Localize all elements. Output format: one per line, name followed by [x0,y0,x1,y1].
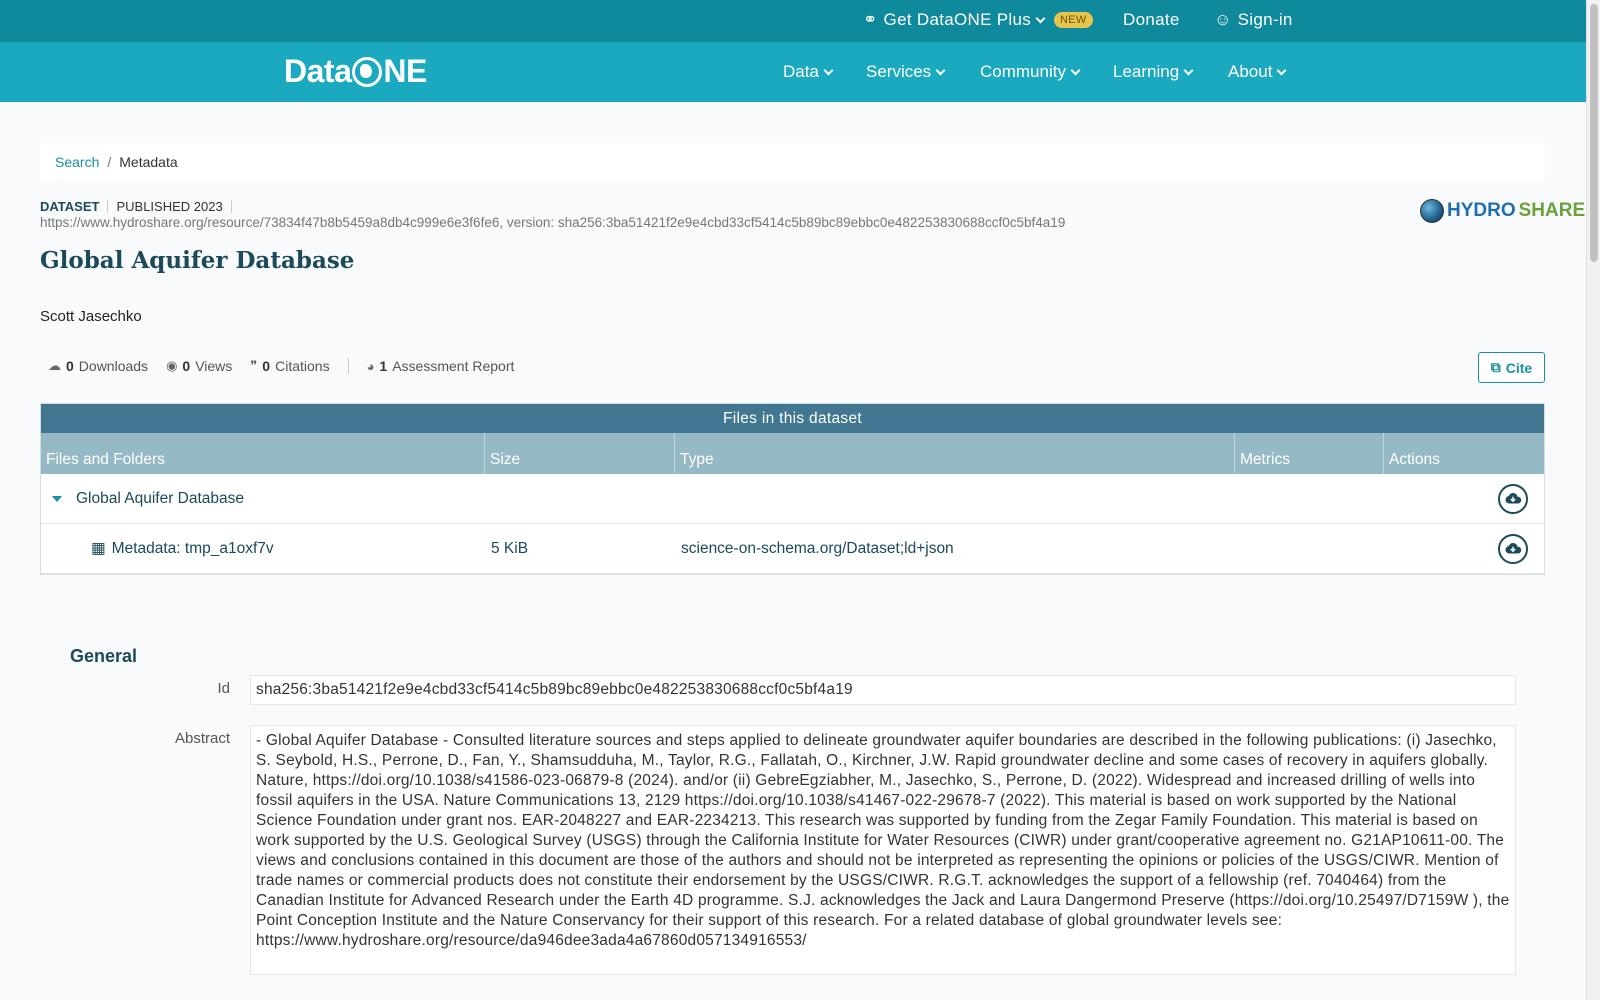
main-navbar: Data NE Data Services Community Learning… [0,42,1586,102]
folder-name[interactable]: Global Aquifer Database [76,490,244,508]
file-type: science-on-schema.org/Dataset;ld+json [681,539,954,557]
hydroshare-logo-left: HYDRO [1447,200,1516,221]
views-label: Views [195,358,233,374]
divider [107,200,109,213]
hydroshare-globe-icon [1420,199,1444,223]
scrollbar-thumb[interactable] [1590,4,1598,262]
cite-label: Cite [1505,359,1533,376]
views-count: 0 [182,358,191,374]
nav-about-label: About [1228,62,1273,81]
eye-icon: ◉ [166,358,178,373]
file-name: Metadata: tmp_a1oxf7v [111,539,274,557]
page-title: Global Aquifer Database [40,247,355,274]
divider [347,358,349,374]
files-table-header: Files and Folders Size Type Metrics Acti… [41,433,1544,474]
download-folder-button[interactable] [1498,483,1528,514]
logo-text-right: NE [383,53,427,89]
header-type: Type [675,433,1235,474]
page-scrollbar[interactable] [1586,0,1600,1000]
copy-icon: ⧉ [1490,359,1501,375]
logo-text-left: Data [284,53,352,89]
dataset-type: DATASET [40,199,100,214]
hydroshare-logo-right: SHARE [1518,200,1586,221]
published-year: PUBLISHED 2023 [116,199,223,214]
cloud-download-icon [1505,542,1522,553]
id-label: Id [217,680,230,697]
file-size: 5 KiB [491,539,529,557]
files-table-caption: Files in this dataset [41,404,1544,433]
nav-data-label: Data [783,62,819,81]
assessment-report-metric[interactable]: ◕ 1 Assessment Report [367,358,515,374]
globe-plus-icon: ⚭ [863,10,878,29]
logo-globe-icon [352,56,383,87]
get-dataone-plus-label: Get DataONE Plus [883,10,1032,29]
donate-label: Donate [1123,10,1180,29]
header-actions: Actions [1389,451,1440,468]
citations-label: Citations [275,358,330,374]
citations-metric[interactable]: ❞ 0 Citations [250,358,329,374]
table-icon: ▦ [91,540,106,557]
cloud-download-icon: ☁ [48,358,61,373]
id-value: sha256:3ba51421f2e9e4cbd33cf5414c5b89bc8… [250,675,1516,705]
cloud-download-icon [1505,492,1522,503]
file-name-cell[interactable]: ▦ Metadata: tmp_a1oxf7v [91,539,274,558]
downloads-metric[interactable]: ☁ 0 Downloads [48,358,148,374]
donate-link[interactable]: Donate [1123,10,1180,30]
breadcrumb: Search / Metadata [40,143,1545,180]
abstract-label: Abstract [174,730,230,747]
header-size: Size [485,433,675,474]
chevron-down-icon [1183,65,1194,75]
views-metric[interactable]: ◉ 0 Views [166,358,232,374]
nav-community-label: Community [980,62,1066,81]
dataone-logo[interactable]: Data NE [284,53,427,90]
assessment-count: 1 [379,358,388,374]
get-dataone-plus-menu[interactable]: ⚭ Get DataONE Plus NEW [863,10,1093,30]
chevron-down-icon [1070,65,1081,75]
gauge-icon: ◕ [366,358,375,374]
caret-down-icon[interactable] [52,495,62,502]
breadcrumb-search-link[interactable]: Search [55,154,99,170]
chevron-down-icon [823,65,834,75]
header-metrics: Metrics [1235,433,1384,474]
citations-count: 0 [262,358,271,374]
downloads-count: 0 [66,358,74,374]
nav-services[interactable]: Services [866,62,946,82]
chevron-down-icon [935,65,946,75]
chevron-down-icon [1276,65,1287,75]
breadcrumb-separator: / [107,153,112,170]
folder-row[interactable]: Global Aquifer Database [41,474,1544,524]
breadcrumb-current: Metadata [119,153,178,170]
assessment-label: Assessment Report [392,358,515,374]
sign-in-link[interactable]: ☺ Sign-in [1214,10,1293,30]
cite-button[interactable]: ⧉ Cite [1478,352,1545,383]
dataset-metrics: ☁ 0 Downloads ◉ 0 Views ❞ 0 Citations ◕ … [48,358,514,374]
nav-data[interactable]: Data [783,62,834,82]
downloads-label: Downloads [78,358,149,374]
hydroshare-logo[interactable]: HYDRO SHARE [1420,199,1585,223]
nav-learning-label: Learning [1113,62,1180,81]
dataset-meta-line: DATASET PUBLISHED 2023 [40,199,232,214]
quote-icon: ❞ [250,358,258,373]
abstract-value: - Global Aquifer Database - Consulted li… [250,725,1516,975]
nav-services-label: Services [866,62,932,81]
chevron-down-icon [1035,13,1046,23]
nav-community[interactable]: Community [980,62,1081,82]
nav-about[interactable]: About [1228,62,1287,82]
files-table: Files in this dataset Files and Folders … [40,403,1545,575]
download-file-button[interactable] [1498,533,1528,564]
dataset-pid: https://www.hydroshare.org/resource/7383… [40,215,1066,230]
top-bar: ⚭ Get DataONE Plus NEW Donate ☺ Sign-in [0,0,1586,42]
header-files-and-folders: Files and Folders [41,433,485,474]
user-icon: ☺ [1214,10,1232,29]
sign-in-label: Sign-in [1237,10,1293,29]
general-section-heading: General [70,646,138,666]
table-row: ▦ Metadata: tmp_a1oxf7v 5 KiB science-on… [41,524,1544,574]
nav-learning[interactable]: Learning [1113,62,1194,82]
new-badge: NEW [1054,12,1093,28]
dataset-author[interactable]: Scott Jasechko [40,308,142,325]
divider [230,200,232,213]
